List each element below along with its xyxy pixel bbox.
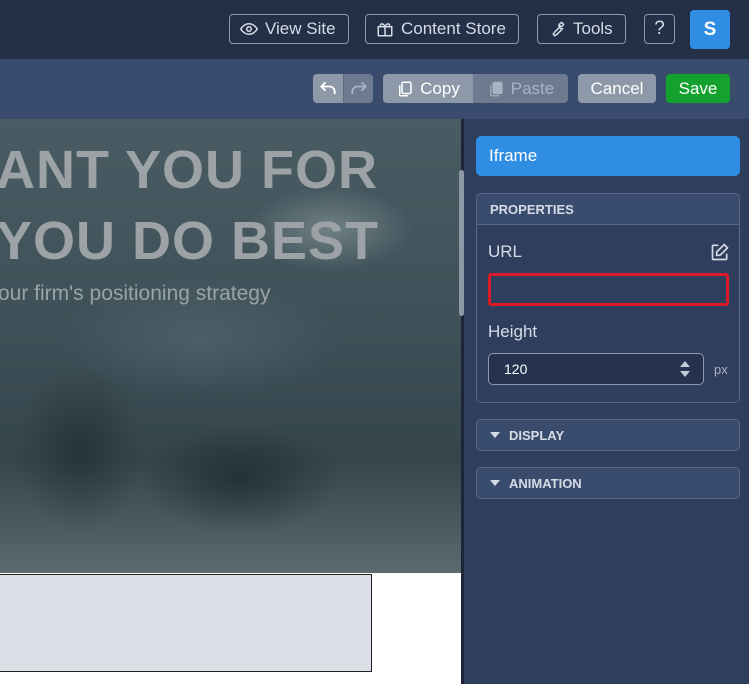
page-preview-canvas[interactable]: ANT YOU FOR YOU DO BEST our firm's posit… bbox=[0, 119, 461, 684]
view-site-label: View Site bbox=[265, 19, 336, 38]
view-site-button[interactable]: View Site bbox=[229, 14, 349, 44]
copy-paste-group: Copy Paste bbox=[383, 74, 568, 103]
tools-button[interactable]: Tools bbox=[537, 14, 626, 44]
eye-icon bbox=[240, 22, 258, 36]
url-label: URL bbox=[488, 242, 523, 261]
content-store-button[interactable]: Content Store bbox=[365, 14, 519, 44]
url-input[interactable] bbox=[488, 273, 729, 306]
properties-header: PROPERTIES bbox=[477, 194, 739, 225]
editor-toolbar: Copy Paste Cancel Save bbox=[0, 59, 749, 119]
properties-panel: Iframe PROPERTIES URL Height 120 px DISP… bbox=[464, 119, 749, 684]
copy-label: Copy bbox=[420, 78, 460, 98]
height-unit: px bbox=[714, 362, 728, 377]
hero-heading-line1: ANT YOU FOR bbox=[0, 140, 379, 200]
properties-section: PROPERTIES URL Height 120 px bbox=[476, 193, 740, 403]
redo-button[interactable] bbox=[343, 74, 373, 103]
caret-down-icon bbox=[490, 432, 500, 438]
undo-redo-group bbox=[313, 74, 373, 103]
height-input[interactable]: 120 bbox=[488, 353, 704, 385]
block-type-title: Iframe bbox=[476, 136, 740, 176]
user-avatar[interactable]: S bbox=[690, 10, 730, 49]
content-store-label: Content Store bbox=[401, 19, 506, 38]
paste-icon bbox=[489, 81, 503, 96]
top-bar: View Site Content Store Tools ? S bbox=[0, 0, 749, 59]
save-button[interactable]: Save bbox=[666, 74, 730, 103]
tools-label: Tools bbox=[573, 19, 613, 38]
display-section-label: DISPLAY bbox=[509, 427, 565, 443]
caret-down-icon bbox=[490, 480, 500, 486]
gift-icon bbox=[377, 23, 393, 37]
undo-icon bbox=[320, 81, 336, 94]
copy-icon bbox=[399, 81, 412, 96]
edit-icon[interactable] bbox=[710, 242, 730, 262]
height-value: 120 bbox=[504, 361, 528, 377]
wrench-icon bbox=[552, 21, 565, 37]
display-section-toggle[interactable]: DISPLAY bbox=[476, 419, 740, 451]
paste-button[interactable]: Paste bbox=[473, 74, 568, 103]
undo-button[interactable] bbox=[313, 74, 343, 103]
spinner-icon[interactable] bbox=[679, 360, 691, 378]
hero-heading-line2: YOU DO BEST bbox=[0, 211, 380, 271]
animation-section-label: ANIMATION bbox=[509, 475, 582, 491]
help-button[interactable]: ? bbox=[644, 14, 675, 44]
hero-banner[interactable]: ANT YOU FOR YOU DO BEST our firm's posit… bbox=[0, 119, 461, 573]
copy-button[interactable]: Copy bbox=[383, 74, 473, 103]
hero-subtitle: our firm's positioning strategy bbox=[0, 282, 271, 305]
animation-section-toggle[interactable]: ANIMATION bbox=[476, 467, 740, 499]
paste-label: Paste bbox=[510, 78, 555, 98]
height-label: Height bbox=[488, 322, 538, 341]
iframe-block-placeholder[interactable] bbox=[0, 574, 372, 672]
cancel-button[interactable]: Cancel bbox=[578, 74, 656, 103]
redo-icon bbox=[350, 81, 367, 94]
